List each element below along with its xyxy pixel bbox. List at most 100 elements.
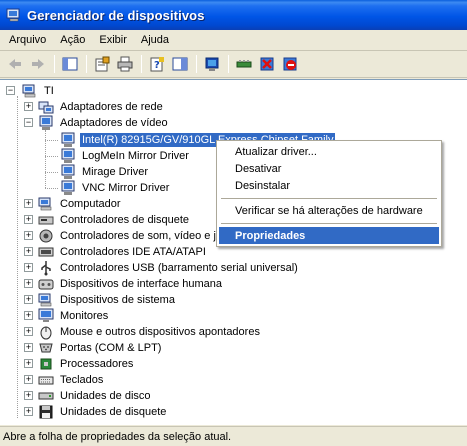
menu-item-desativar[interactable]: Desativar bbox=[219, 160, 439, 177]
network-adapter-icon bbox=[38, 101, 54, 114]
system-device-icon bbox=[38, 293, 52, 307]
expand-toggle[interactable]: + bbox=[24, 391, 33, 400]
expand-toggle[interactable]: + bbox=[24, 311, 33, 320]
help-icon[interactable]: ? bbox=[146, 53, 168, 75]
expand-toggle[interactable]: + bbox=[24, 247, 33, 256]
expand-toggle[interactable]: + bbox=[24, 375, 33, 384]
show-hide-tree-icon[interactable] bbox=[59, 53, 81, 75]
category-label: Dispositivos de sistema bbox=[60, 294, 175, 306]
expand-toggle[interactable]: + bbox=[24, 295, 33, 304]
monitor-icon bbox=[38, 308, 54, 322]
category-label: Mouse e outros dispositivos apontadores bbox=[60, 326, 260, 338]
scan-hardware-icon[interactable] bbox=[201, 53, 223, 75]
category-label: Adaptadores de rede bbox=[60, 101, 163, 113]
menu-item-atualizar-driver[interactable]: Atualizar driver... bbox=[219, 143, 439, 160]
tree-category-dispositivos-interface-humana[interactable]: + Dispositivos de interface humana bbox=[0, 276, 224, 292]
expand-toggle[interactable]: + bbox=[24, 199, 33, 208]
tree-device-vnc[interactable]: VNC Mirror Driver bbox=[0, 180, 171, 196]
category-label: Controladores de disquete bbox=[60, 214, 190, 226]
toolbar-separator bbox=[54, 55, 55, 73]
device-label: Mirage Driver bbox=[82, 166, 149, 178]
menu-arquivo[interactable]: Arquivo bbox=[2, 32, 53, 48]
details-view-icon[interactable] bbox=[169, 53, 191, 75]
keyboard-icon bbox=[38, 376, 54, 385]
ide-controller-icon bbox=[38, 247, 54, 257]
tree-category-portas[interactable]: + Portas (COM & LPT) bbox=[0, 340, 163, 356]
mouse-icon bbox=[40, 326, 52, 340]
menu-item-propriedades[interactable]: Propriedades bbox=[219, 227, 439, 244]
tree-category-unidades-de-disco[interactable]: + Unidades de disco bbox=[0, 388, 153, 404]
usb-icon bbox=[41, 261, 51, 276]
device-label: LogMeIn Mirror Driver bbox=[82, 150, 189, 162]
tree-device-logmein[interactable]: LogMeIn Mirror Driver bbox=[0, 148, 191, 164]
category-label: Unidades de disco bbox=[60, 390, 151, 402]
disk-drive-icon bbox=[38, 392, 54, 400]
device-tree: − TI + Adaptadores de rede − Adaptadores… bbox=[0, 79, 467, 425]
tree-category-processadores[interactable]: + Processadores bbox=[0, 356, 135, 372]
update-driver-icon[interactable] bbox=[233, 53, 255, 75]
forward-icon[interactable] bbox=[27, 53, 49, 75]
category-label: Controladores de som, vídeo e jogos bbox=[60, 230, 240, 242]
expand-toggle[interactable]: + bbox=[24, 407, 33, 416]
expand-toggle[interactable]: + bbox=[24, 263, 33, 272]
window-title: Gerenciador de dispositivos bbox=[27, 7, 205, 23]
tree-category-dispositivos-de-sistema[interactable]: + Dispositivos de sistema bbox=[0, 292, 177, 308]
tree-category-teclados[interactable]: + Teclados bbox=[0, 372, 105, 388]
category-label: Processadores bbox=[60, 358, 134, 370]
disable-icon[interactable] bbox=[279, 53, 301, 75]
computer-icon bbox=[38, 197, 52, 211]
menu-item-verificar-hardware[interactable]: Verificar se há alterações de hardware bbox=[219, 202, 439, 219]
tree-category-unidades-de-disquete[interactable]: + Unidades de disquete bbox=[0, 404, 168, 420]
expand-toggle[interactable]: + bbox=[24, 343, 33, 352]
category-label: Controladores USB (barramento serial uni… bbox=[60, 262, 298, 274]
status-text: Abre a folha de propriedades da seleção … bbox=[3, 430, 232, 443]
tree-category-controladores-de-som[interactable]: + Controladores de som, vídeo e jogos bbox=[0, 228, 242, 244]
menu-separator bbox=[221, 198, 437, 199]
display-adapter-icon bbox=[61, 132, 75, 147]
tree-category-mouse[interactable]: + Mouse e outros dispositivos apontadore… bbox=[0, 324, 262, 340]
tree-category-monitores[interactable]: + Monitores bbox=[0, 308, 110, 324]
expand-toggle[interactable]: + bbox=[24, 359, 33, 368]
tree-category-controladores-de-disquete[interactable]: + Controladores de disquete bbox=[0, 212, 191, 228]
collapse-toggle[interactable]: − bbox=[6, 86, 15, 95]
menu-item-desinstalar[interactable]: Desinstalar bbox=[219, 177, 439, 194]
floppy-controller-icon bbox=[38, 216, 54, 225]
category-label: Adaptadores de vídeo bbox=[60, 117, 168, 129]
tree-category-controladores-usb[interactable]: + Controladores USB (barramento serial u… bbox=[0, 260, 300, 276]
menu-acao[interactable]: Ação bbox=[53, 32, 92, 48]
toolbar-separator bbox=[196, 55, 197, 73]
menu-exibir[interactable]: Exibir bbox=[92, 32, 134, 48]
menu-ajuda[interactable]: Ajuda bbox=[134, 32, 176, 48]
expand-toggle[interactable]: + bbox=[24, 231, 33, 240]
print-icon[interactable] bbox=[114, 53, 136, 75]
device-label: VNC Mirror Driver bbox=[82, 182, 170, 194]
tree-device-mirage[interactable]: Mirage Driver bbox=[0, 164, 150, 180]
display-adapter-icon bbox=[61, 180, 75, 195]
category-label: Portas (COM & LPT) bbox=[60, 342, 162, 354]
expand-toggle[interactable]: + bbox=[24, 279, 33, 288]
tree-category-computador[interactable]: + Computador bbox=[0, 196, 123, 212]
uninstall-icon[interactable] bbox=[256, 53, 278, 75]
device-manager-icon bbox=[6, 8, 20, 22]
category-label: Unidades de disquete bbox=[60, 406, 167, 418]
display-adapter-icon bbox=[61, 148, 75, 163]
floppy-drive-icon bbox=[39, 405, 53, 419]
sound-icon bbox=[39, 229, 53, 243]
status-bar: Abre a folha de propriedades da seleção … bbox=[0, 426, 467, 446]
tree-root[interactable]: − TI bbox=[0, 83, 56, 99]
back-icon[interactable] bbox=[4, 53, 26, 75]
expand-toggle[interactable]: + bbox=[24, 327, 33, 336]
context-menu: Atualizar driver... Desativar Desinstala… bbox=[216, 140, 442, 247]
collapse-toggle[interactable]: − bbox=[24, 118, 33, 127]
tree-category-adaptadores-de-rede[interactable]: + Adaptadores de rede bbox=[0, 99, 165, 115]
menu-bar: Arquivo Ação Exibir Ajuda bbox=[0, 30, 467, 51]
tree-category-adaptadores-de-video[interactable]: − Adaptadores de vídeo bbox=[0, 115, 170, 131]
category-label: Teclados bbox=[60, 374, 104, 386]
tree-category-controladores-ide[interactable]: + Controladores IDE ATA/ATAPI bbox=[0, 244, 208, 260]
expand-toggle[interactable]: + bbox=[24, 215, 33, 224]
title-bar: Gerenciador de dispositivos bbox=[0, 0, 467, 30]
hid-icon bbox=[38, 279, 54, 290]
properties-icon[interactable] bbox=[91, 53, 113, 75]
expand-toggle[interactable]: + bbox=[24, 102, 33, 111]
processor-icon bbox=[40, 358, 52, 370]
